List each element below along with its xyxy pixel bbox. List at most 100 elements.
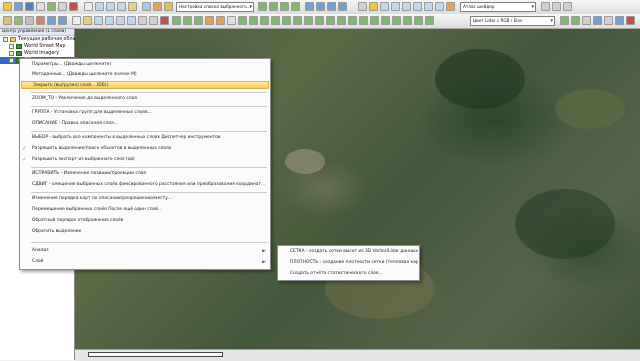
classify-icon[interactable]: [348, 16, 357, 25]
zoom-prev-icon[interactable]: [105, 16, 114, 25]
search-icon[interactable]: [164, 2, 173, 11]
submenu-item-density[interactable]: ПЛОТНОСТЬ - создание плотности сетки (те…: [279, 259, 418, 267]
contrast-icon[interactable]: [563, 2, 572, 11]
help-icon[interactable]: [446, 2, 455, 11]
layout-icon[interactable]: [413, 2, 422, 11]
menu-item-shift[interactable]: СДВИГ - смещение выбранных слоёв фиксиро…: [21, 181, 269, 189]
save-icon[interactable]: [25, 2, 34, 11]
zoom-in-icon[interactable]: [95, 2, 104, 11]
path-icon[interactable]: [172, 16, 181, 25]
area-icon[interactable]: [58, 16, 67, 25]
breakline-icon[interactable]: [370, 16, 379, 25]
submenu-item-grid[interactable]: СЕТКА - создать сетки высот из 3D Vector…: [279, 248, 418, 256]
feature-icon[interactable]: [327, 2, 336, 11]
settings-icon[interactable]: [582, 16, 591, 25]
x-icon[interactable]: [626, 16, 635, 25]
info-icon[interactable]: [153, 2, 162, 11]
digitize-icon[interactable]: [338, 2, 347, 11]
filter-icon[interactable]: [359, 16, 368, 25]
flyover-icon[interactable]: [403, 16, 412, 25]
menu-item-allow-selection[interactable]: ✓ Разрешить выделение/поиск объектов в в…: [21, 145, 269, 153]
menu-item-options[interactable]: Параметры... (Дважды щелкните): [21, 61, 269, 69]
waterdrop-icon[interactable]: [615, 16, 624, 25]
export-icon[interactable]: [36, 2, 45, 11]
sun-icon[interactable]: [541, 2, 550, 11]
zoom-out-icon[interactable]: [106, 2, 115, 11]
slope-icon[interactable]: [260, 16, 269, 25]
zoom-next-icon[interactable]: [116, 16, 125, 25]
menu-item-fix-projection[interactable]: ИСПРАВИТЬ - Изменение позиции/проекции с…: [21, 170, 269, 178]
open-data-icon[interactable]: [14, 2, 23, 11]
terrain-icon[interactable]: [269, 2, 278, 11]
menu-item-close-layer[interactable]: Закрыть (выгрузка) слой... (DEL): [21, 81, 269, 89]
mountain-icon[interactable]: [238, 16, 247, 25]
ruler-icon[interactable]: [227, 16, 236, 25]
line-icon[interactable]: [47, 16, 56, 25]
profile-icon[interactable]: [280, 2, 289, 11]
pan-icon[interactable]: [117, 2, 126, 11]
contour-icon[interactable]: [304, 16, 313, 25]
layer-checkbox[interactable]: [9, 58, 14, 63]
pan-hand-icon[interactable]: [83, 16, 92, 25]
elevation-icon[interactable]: [425, 16, 434, 25]
workspace-node[interactable]: Текущая рабочая облас: [0, 36, 78, 43]
close-workspace-icon[interactable]: [69, 2, 78, 11]
menu-item-reverse-order[interactable]: Обратный порядок отображения слоёв: [21, 217, 269, 225]
copy-icon[interactable]: [58, 2, 67, 11]
aspect-icon[interactable]: [271, 16, 280, 25]
label-icon[interactable]: [205, 16, 214, 25]
grid-icon[interactable]: [305, 2, 314, 11]
zoom-box-icon[interactable]: [94, 16, 103, 25]
shader-combo[interactable]: Атлас шейдер ▾: [460, 2, 536, 12]
pixel-icon[interactable]: [381, 16, 390, 25]
refresh-icon[interactable]: [138, 16, 147, 25]
raster-icon[interactable]: [25, 16, 34, 25]
zoom-extent-icon[interactable]: [127, 16, 136, 25]
buffer-icon[interactable]: [194, 16, 203, 25]
3d-view-icon[interactable]: [392, 16, 401, 25]
point-icon[interactable]: [36, 16, 45, 25]
globe-icon[interactable]: [435, 2, 444, 11]
script-icon[interactable]: [402, 2, 411, 11]
select-icon[interactable]: [380, 2, 389, 11]
shape-icon[interactable]: [183, 16, 192, 25]
edit-icon[interactable]: [369, 2, 378, 11]
cut-fill-icon[interactable]: [326, 16, 335, 25]
delete-icon[interactable]: [160, 16, 169, 25]
map-icon[interactable]: [424, 2, 433, 11]
home-icon[interactable]: [128, 2, 137, 11]
cloud-icon[interactable]: [414, 16, 423, 25]
menu-item-invert-selection[interactable]: Обратить выделение: [21, 228, 269, 236]
menu-item-select-all[interactable]: ВЫБОР - выбрать все компоненты в выделен…: [21, 134, 269, 142]
flag-icon[interactable]: [604, 16, 613, 25]
grid-combine-icon[interactable]: [315, 16, 324, 25]
attribute-icon[interactable]: [391, 2, 400, 11]
drop-icon[interactable]: [593, 16, 602, 25]
volume-icon[interactable]: [291, 2, 300, 11]
light-icon[interactable]: [552, 2, 561, 11]
pointer-icon[interactable]: [72, 16, 81, 25]
gps-icon[interactable]: [358, 2, 367, 11]
watershed-icon[interactable]: [293, 16, 302, 25]
menu-item-allow-export[interactable]: ✓ Разрешить экспорт из выбранного слоя (…: [21, 156, 269, 164]
layer-checkbox[interactable]: [9, 51, 14, 56]
layer-row[interactable]: World Imagery: [0, 50, 74, 57]
menu-item-move-after[interactable]: Перемещение выбранных слоёв После ещё од…: [21, 206, 269, 214]
menu-item-reorder[interactable]: Изменение порядка карт по описанию/разре…: [21, 195, 269, 203]
submenu-item-statistics[interactable]: Создать отчёта статистического слоя...: [279, 270, 418, 278]
new-workspace-icon[interactable]: [3, 2, 12, 11]
layer-checkbox[interactable]: [9, 44, 14, 49]
lidar-color-combo[interactable]: Цвет Lidar с RGB / Elev ▾: [470, 16, 555, 26]
point-size-icon[interactable]: [560, 16, 569, 25]
menu-item-metadata[interactable]: Метаданные... (Дважды щелкните значок М): [21, 71, 269, 79]
stop-icon[interactable]: [149, 16, 158, 25]
folder-icon[interactable]: [3, 16, 12, 25]
workspace-checkbox[interactable]: [3, 37, 8, 42]
vector-icon[interactable]: [14, 16, 23, 25]
menu-item-analysis[interactable]: Анализ ►: [21, 247, 269, 255]
menu-item-zoom-to[interactable]: ZOOM_TO - Увеличение до выделенного слоя: [21, 95, 269, 103]
layers-icon[interactable]: [316, 2, 325, 11]
hills-icon[interactable]: [249, 16, 258, 25]
measure-icon[interactable]: [142, 2, 151, 11]
density-icon[interactable]: [571, 16, 580, 25]
